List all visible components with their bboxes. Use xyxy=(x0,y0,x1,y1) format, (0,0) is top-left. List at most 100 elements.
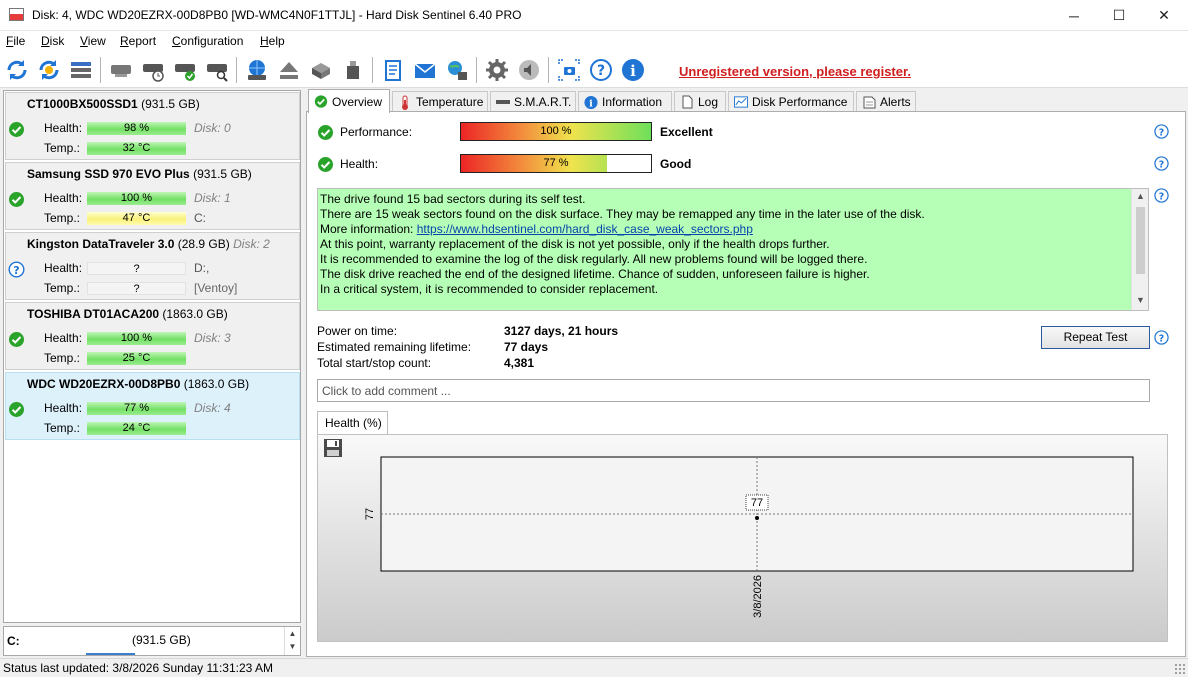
disk-title: Kingston DataTraveler 3.0 (28.9 GB) Disk… xyxy=(27,237,270,251)
network-icon[interactable] xyxy=(444,57,470,83)
toolbar-separator xyxy=(236,57,237,83)
disk-number: Disk: 0 xyxy=(194,121,231,135)
message-scrollbar[interactable]: ▲ ▼ xyxy=(1131,189,1148,310)
tab-temperature[interactable]: Temperature xyxy=(392,91,488,112)
comment-input[interactable] xyxy=(317,379,1150,402)
disk-timer-icon[interactable] xyxy=(140,57,166,83)
status-bar: Status last updated: 3/8/2026 Sunday 11:… xyxy=(0,658,1188,677)
menu-disk[interactable]: Disk xyxy=(41,34,64,48)
window-title: Disk: 4, WDC WD20EZRX-00D8PB0 [WD-WMC4N0… xyxy=(32,8,522,22)
minimize-button[interactable]: ─ xyxy=(1051,0,1097,31)
disk-card[interactable]: Samsung SSD 970 EVO Plus (931.5 GB) Heal… xyxy=(5,162,300,230)
server-icon[interactable] xyxy=(308,57,334,83)
health-label: Health: xyxy=(44,121,83,135)
disk-list-icon[interactable] xyxy=(68,57,94,83)
disk-number: Disk: 4 xyxy=(194,401,231,415)
mail-icon[interactable] xyxy=(412,57,438,83)
chevron-down-icon[interactable]: ▼ xyxy=(1132,295,1148,305)
more-info-link[interactable]: https://www.hdsentinel.com/hard_disk_cas… xyxy=(417,222,753,236)
status-ok-icon xyxy=(9,402,24,417)
menu-configuration[interactable]: Configuration xyxy=(172,34,243,48)
disk-card[interactable]: TOSHIBA DT01ACA200 (1863.0 GB) Health: 1… xyxy=(5,302,300,370)
startstop-label: Total start/stop count: xyxy=(317,356,432,370)
menu-help[interactable]: Help xyxy=(260,34,285,48)
volume-scroll[interactable]: ▲ ▼ xyxy=(284,627,300,655)
overview-panel: Performance: 100 % Excellent ? Health: 7… xyxy=(306,111,1186,657)
message-line: It is recommended to examine the log of … xyxy=(320,252,868,266)
refresh-all-icon[interactable] xyxy=(36,57,62,83)
chevron-up-icon[interactable]: ▲ xyxy=(1132,191,1148,201)
health-message-box[interactable]: The drive found 15 bad sectors during it… xyxy=(317,188,1149,311)
disk-card[interactable]: Kingston DataTraveler 3.0 (28.9 GB) Disk… xyxy=(5,232,300,300)
disk-search-icon[interactable] xyxy=(204,57,230,83)
repeat-test-button[interactable]: Repeat Test xyxy=(1041,326,1150,349)
tab-disk-performance[interactable]: Disk Performance xyxy=(728,91,854,112)
tab-strip: Overview Temperature S.M.A.R.T. i Inform… xyxy=(306,89,1186,113)
volume-size: (931.5 GB) xyxy=(132,633,191,647)
info-icon[interactable]: i xyxy=(620,57,646,83)
x-tick-label: 3/8/2026 xyxy=(752,575,764,618)
health-line-chart: 77 77 3/8/2026 xyxy=(364,456,1134,618)
scroll-thumb[interactable] xyxy=(1136,207,1145,274)
menu-report[interactable]: Report xyxy=(120,34,156,48)
tab-information[interactable]: i Information xyxy=(578,91,672,112)
temp-label: Temp.: xyxy=(44,281,81,295)
maximize-button[interactable]: ☐ xyxy=(1096,0,1142,31)
svg-text:?: ? xyxy=(1159,191,1164,202)
svg-text:?: ? xyxy=(597,63,605,79)
app-window: Disk: 4, WDC WD20EZRX-00D8PB0 [WD-WMC4N0… xyxy=(0,0,1188,677)
more-info: More information: https://www.hdsentinel… xyxy=(320,222,925,237)
tab-alerts[interactable]: Alerts xyxy=(856,91,916,112)
performance-result: Excellent xyxy=(660,125,713,139)
volume-label: C: xyxy=(194,211,206,225)
help-icon[interactable]: ? xyxy=(1154,188,1169,203)
refresh-icon[interactable] xyxy=(4,57,30,83)
disk-list-panel: CT1000BX500SSD1 (931.5 GB) Health: 98 % … xyxy=(3,90,301,623)
settings-icon[interactable] xyxy=(484,57,510,83)
svg-text:?: ? xyxy=(1159,127,1164,138)
close-button[interactable]: ✕ xyxy=(1141,0,1187,31)
disk-check-icon[interactable] xyxy=(172,57,198,83)
check-circle-icon xyxy=(314,95,328,109)
disk-model: Samsung SSD 970 EVO Plus xyxy=(27,167,190,181)
screenshot-icon[interactable] xyxy=(556,57,582,83)
tab-label: Alerts xyxy=(880,95,911,109)
tab-label: Log xyxy=(698,95,719,109)
status-ok-icon xyxy=(9,192,24,207)
chevron-up-icon[interactable]: ▲ xyxy=(285,627,300,640)
help-icon[interactable]: ? xyxy=(1154,156,1169,171)
status-ok-icon xyxy=(9,122,24,137)
tab-label: S.M.A.R.T. xyxy=(514,95,572,109)
menu-file[interactable]: File xyxy=(6,34,25,48)
eject-icon[interactable] xyxy=(276,57,302,83)
help-icon[interactable]: ? xyxy=(1154,330,1169,345)
disk-card-selected[interactable]: WDC WD20EZRX-00D8PB0 (1863.0 GB) Health:… xyxy=(5,372,300,440)
lifetime-value: 77 days xyxy=(504,340,549,354)
disk-size: (28.9 GB) xyxy=(177,237,230,251)
message-line: There are 15 weak sectors found on the d… xyxy=(320,207,925,221)
usb-icon[interactable] xyxy=(340,57,366,83)
menu-view[interactable]: View xyxy=(80,34,106,48)
help-icon[interactable]: ? xyxy=(588,57,614,83)
report-icon[interactable] xyxy=(380,57,406,83)
resize-grip[interactable] xyxy=(1174,663,1185,674)
power-on-value: 3127 days, 21 hours xyxy=(504,324,619,338)
help-icon[interactable]: ? xyxy=(1154,124,1169,139)
smart-icon xyxy=(496,95,510,109)
network-disk-icon[interactable] xyxy=(244,57,270,83)
tab-log[interactable]: Log xyxy=(674,91,726,112)
sound-icon[interactable] xyxy=(516,57,542,83)
health-messages: The drive found 15 bad sectors during it… xyxy=(320,192,925,297)
unregistered-link[interactable]: Unregistered version, please register. xyxy=(679,64,911,79)
volume-panel[interactable]: C: (931.5 GB) ▲ ▼ xyxy=(3,626,301,656)
tab-smart[interactable]: S.M.A.R.T. xyxy=(490,91,576,112)
tab-overview[interactable]: Overview xyxy=(308,89,390,113)
volume-name: [Ventoy] xyxy=(194,281,238,295)
svg-text:i: i xyxy=(630,62,636,80)
tab-health-history[interactable]: Health (%) xyxy=(317,411,388,434)
chevron-down-icon[interactable]: ▼ xyxy=(285,640,300,653)
info-icon: i xyxy=(584,95,598,109)
disk-icon[interactable] xyxy=(108,57,134,83)
disk-title: CT1000BX500SSD1 (931.5 GB) xyxy=(27,97,200,111)
disk-card[interactable]: CT1000BX500SSD1 (931.5 GB) Health: 98 % … xyxy=(5,92,300,160)
